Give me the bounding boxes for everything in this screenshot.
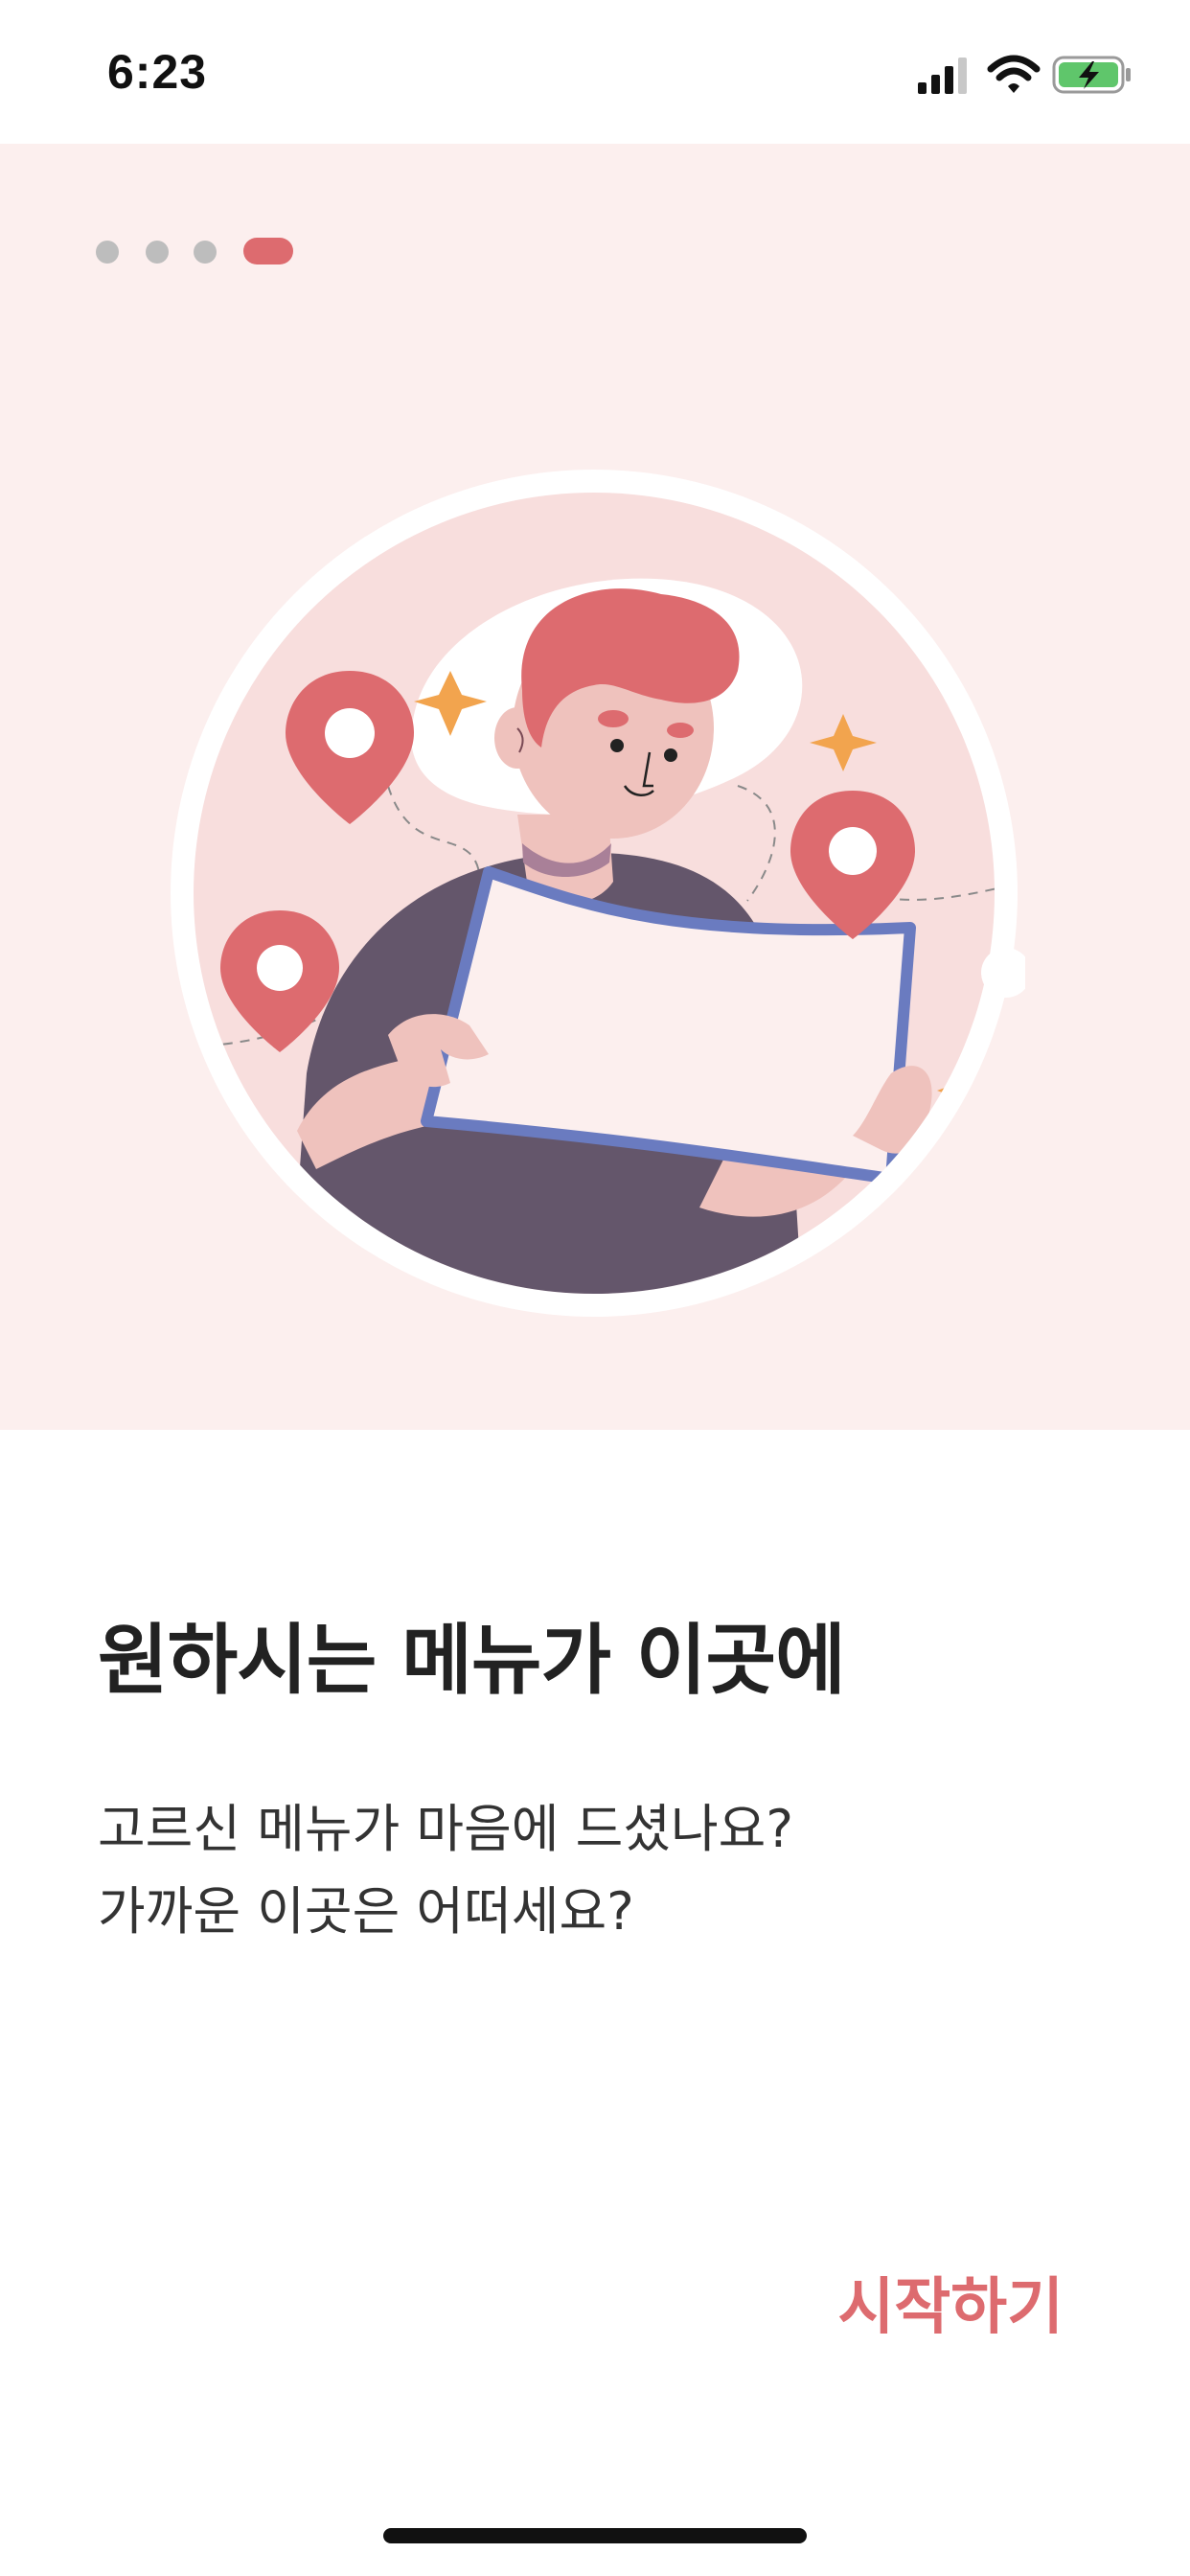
description-text: 고르신 메뉴가 마음에 드셨나요? 가까운 이곳은 어떠세요?: [98, 1788, 793, 1953]
status-icons: [916, 54, 1136, 100]
start-button[interactable]: 시작하기: [837, 2258, 1064, 2346]
cellular-signal-icon: [916, 54, 973, 100]
description-line-2: 가까운 이곳은 어떠세요?: [98, 1881, 634, 1942]
wifi-icon: [987, 54, 1041, 100]
map-person-illustration: [163, 460, 1031, 1342]
home-indicator[interactable]: [383, 2528, 807, 2543]
page-dot-2: [146, 241, 169, 264]
page-dot-1: [96, 241, 119, 264]
page-title: 원하시는 메뉴가 이곳에: [98, 1616, 846, 1705]
status-time: 6:23: [107, 45, 208, 99]
battery-charging-icon: [1052, 54, 1134, 100]
page-dot-active: [243, 238, 293, 264]
page-dot-3: [194, 241, 217, 264]
status-bar: 6:23: [0, 0, 1190, 144]
description-line-1: 고르신 메뉴가 마음에 드셨나요?: [98, 1799, 793, 1859]
